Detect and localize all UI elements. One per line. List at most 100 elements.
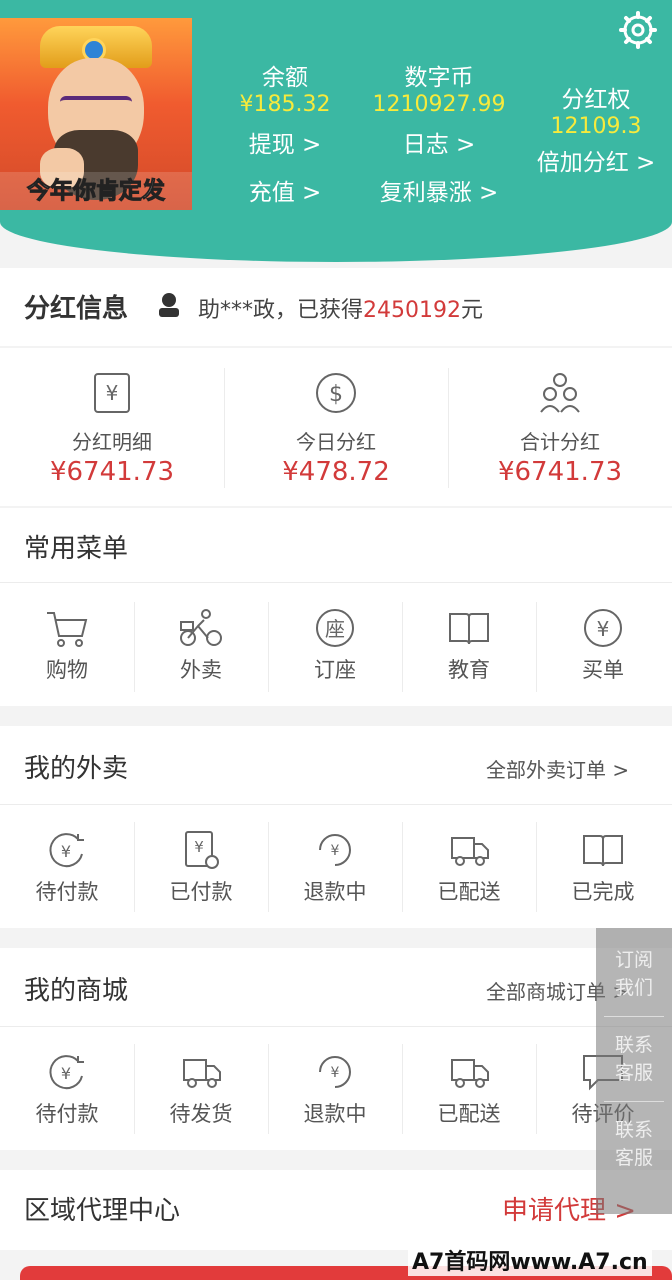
takeout-refunding[interactable]: ¥ 退款中: [268, 830, 402, 906]
glasses-decoration: [60, 96, 132, 112]
double-dividend-link[interactable]: 倍加分红 >: [526, 143, 666, 177]
mall-pending-shipment[interactable]: 待发货: [134, 1052, 268, 1128]
status-label: 已配送: [437, 1102, 501, 1126]
log-link[interactable]: 日志 >: [364, 125, 514, 159]
svg-text:$: $: [329, 382, 343, 407]
ticker-suffix: 元: [461, 298, 484, 323]
dividend-ticker: 助***政，已获得2450192元: [198, 292, 483, 324]
withdraw-link[interactable]: 提现 >: [226, 125, 344, 159]
yen-refresh-icon: ¥: [49, 833, 84, 868]
divider: [0, 804, 672, 805]
stat-value: ¥478.72: [282, 457, 390, 487]
status-label: 已配送: [437, 880, 501, 904]
stat-label: 今日分红: [296, 430, 376, 454]
mall-pending-payment[interactable]: ¥ 待付款: [0, 1052, 134, 1128]
stat-total-dividend[interactable]: 合计分红 ¥6741.73: [448, 370, 672, 487]
book-icon: [583, 835, 623, 867]
takeout-card: 我的外卖 全部外卖订单 > ¥ 待付款 ¥ 已付款 ¥ 退款中 已配送 已完成: [0, 726, 672, 928]
takeout-delivered[interactable]: 已配送: [402, 830, 536, 906]
coin-value: 1210927.99: [372, 92, 506, 117]
recharge-link[interactable]: 充值 >: [226, 173, 344, 207]
svg-text:¥: ¥: [106, 381, 119, 405]
yen-receipt-icon: ¥: [94, 373, 130, 413]
status-label: 退款中: [303, 880, 367, 904]
svg-text:¥: ¥: [331, 843, 340, 859]
floating-contact-panel: 订阅 我们 联系 客服 联系 客服: [596, 928, 672, 1214]
menu-education[interactable]: 教育: [402, 608, 536, 684]
dividend-right-label: 分红权: [561, 87, 631, 113]
menu-label: 教育: [448, 658, 490, 682]
page: 今年你肯定发 余额 ¥185.32 提现 > 充值 > 数字币 1210927.…: [0, 0, 672, 1280]
gear-icon[interactable]: [618, 10, 658, 50]
balance-column: 余额 ¥185.32 提现 > 充值 >: [226, 58, 344, 207]
stat-dividend-detail[interactable]: ¥ 分红明细 ¥6741.73: [0, 370, 224, 487]
status-label: 已完成: [571, 880, 635, 904]
svg-text:¥: ¥: [597, 617, 610, 641]
divider: [0, 582, 672, 583]
stats-card: ¥ 分红明细 ¥6741.73 $ 今日分红 ¥478.72 合计分红 ¥674…: [0, 348, 672, 506]
menu-seat[interactable]: 座 订座: [268, 608, 402, 684]
truck-icon: [183, 1059, 221, 1088]
agent-card: 区域代理中心 申请代理 >: [0, 1170, 672, 1250]
svg-text:¥: ¥: [61, 1064, 71, 1083]
menu-label: 订座: [314, 658, 356, 682]
seat-icon: 座: [316, 609, 354, 647]
contact-service-button[interactable]: 联系 客服: [596, 1031, 672, 1087]
mall-delivered[interactable]: 已配送: [402, 1052, 536, 1128]
stat-label: 分红明细: [72, 430, 152, 454]
status-label: 退款中: [303, 1102, 367, 1126]
menu-shopping[interactable]: 购物: [0, 608, 134, 684]
refund-icon: ¥: [319, 1056, 351, 1088]
balance-value: ¥185.32: [239, 92, 331, 117]
dividend-info-title: 分红信息: [24, 294, 129, 324]
takeout-title: 我的外卖: [24, 754, 129, 784]
yen-refresh-icon: ¥: [49, 1055, 84, 1090]
dividend-right-column: 分红权 12109.3 倍加分红 >: [526, 80, 666, 177]
common-menu-title: 常用菜单: [24, 534, 129, 564]
takeout-completed[interactable]: 已完成: [536, 830, 670, 906]
truck-icon: [451, 1059, 489, 1088]
coin-label: 数字币: [404, 65, 474, 91]
people-group-icon: [540, 373, 580, 413]
dividend-info-bar: 分红信息 助***政，已获得2450192元: [0, 268, 672, 346]
contact-service-button-2[interactable]: 联系 客服: [596, 1116, 672, 1172]
yen-clock-doc-icon: ¥: [185, 831, 219, 869]
mall-title: 我的商城: [24, 976, 129, 1006]
book-icon: [449, 613, 489, 645]
balance-label: 余额: [262, 65, 308, 91]
menu-pay-bill[interactable]: ¥ 买单: [536, 608, 670, 684]
coin-column: 数字币 1210927.99 日志 > 复利暴涨 >: [364, 58, 514, 207]
takeout-pending-payment[interactable]: ¥ 待付款: [0, 830, 134, 906]
refund-icon: ¥: [319, 834, 351, 866]
header: 今年你肯定发 余额 ¥185.32 提现 > 充值 > 数字币 1210927.…: [0, 0, 672, 262]
stat-value: ¥6741.73: [49, 457, 175, 487]
avatar-caption: 今年你肯定发: [0, 172, 192, 210]
menu-label: 购物: [46, 658, 88, 682]
avatar[interactable]: 今年你肯定发: [0, 18, 192, 210]
delivery-bike-icon: [180, 609, 222, 646]
compound-link[interactable]: 复利暴涨 >: [364, 173, 514, 207]
stat-label: 合计分红: [520, 430, 600, 454]
dollar-coin-icon: $: [316, 373, 356, 413]
svg-text:¥: ¥: [194, 838, 204, 856]
divider: [604, 1016, 664, 1017]
cart-icon: [47, 612, 88, 647]
mall-refunding[interactable]: ¥ 退款中: [268, 1052, 402, 1128]
dividend-right-value: 12109.3: [550, 114, 642, 139]
status-label: 待付款: [35, 880, 99, 904]
watermark: A7首码网www.A7.cn: [408, 1244, 652, 1276]
svg-text:座: 座: [325, 617, 345, 641]
menu-label: 买单: [582, 658, 624, 682]
mall-card: 我的商城 全部商城订单 > ¥ 待付款 待发货 ¥ 退款中 已配送: [0, 948, 672, 1150]
takeout-all-orders-link[interactable]: 全部外卖订单 >: [486, 754, 629, 783]
stat-value: ¥6741.73: [497, 457, 623, 487]
svg-text:¥: ¥: [61, 842, 71, 861]
subscribe-button[interactable]: 订阅 我们: [596, 946, 672, 1002]
menu-label: 外卖: [180, 658, 222, 682]
menu-takeout[interactable]: 外卖: [134, 608, 268, 684]
status-label: 已付款: [169, 880, 233, 904]
status-label: 待付款: [35, 1102, 99, 1126]
takeout-paid[interactable]: ¥ 已付款: [134, 830, 268, 906]
stat-today-dividend[interactable]: $ 今日分红 ¥478.72: [224, 370, 448, 487]
agent-title: 区域代理中心: [24, 1196, 181, 1226]
